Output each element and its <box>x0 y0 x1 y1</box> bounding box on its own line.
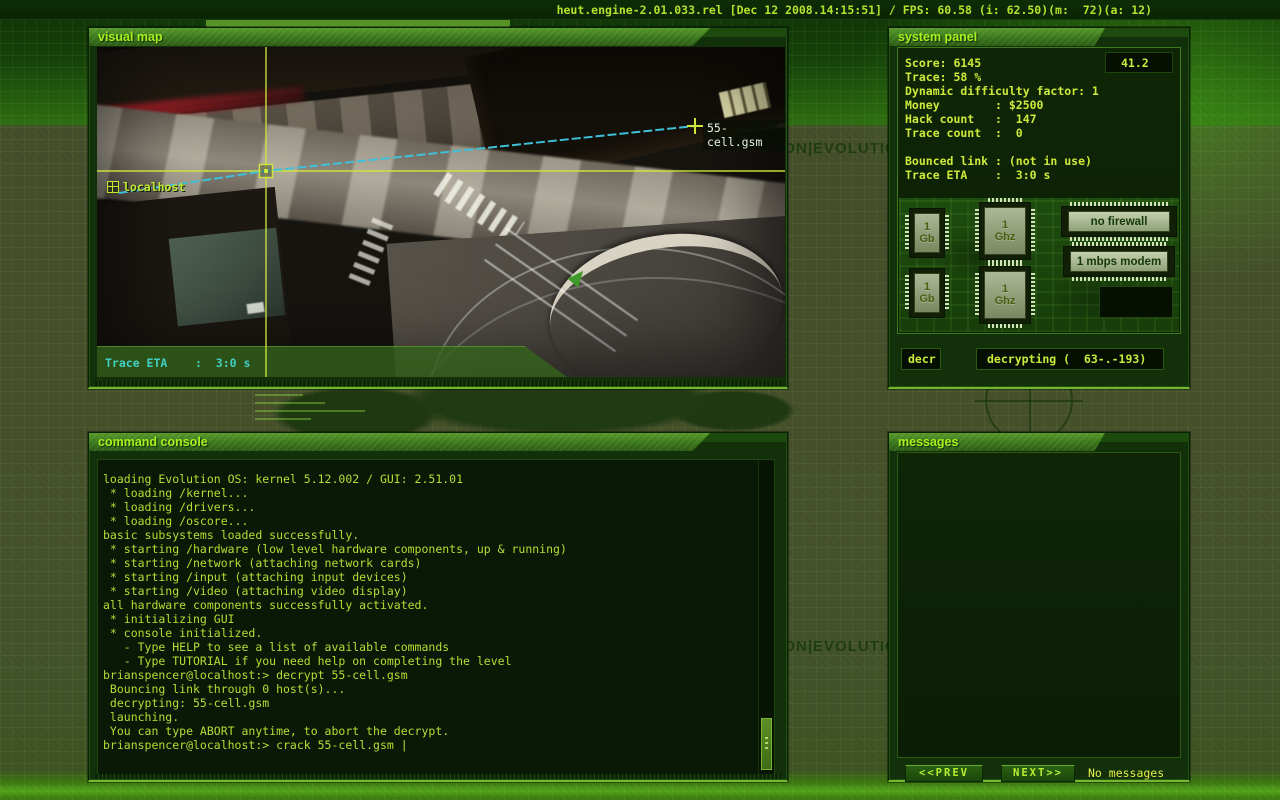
panel-header <box>89 28 711 46</box>
chip-pins <box>1070 237 1168 241</box>
stat-line: Trace ETA : 3:0 s <box>905 168 1051 182</box>
command-console-title: command console <box>98 435 208 449</box>
crosshair-center-dot <box>264 169 268 173</box>
chip-pins <box>1072 277 1166 281</box>
chip-pins <box>975 209 979 253</box>
chip-pins <box>945 215 949 251</box>
gauge-value-display: 41.2 <box>1105 52 1173 73</box>
cpu-chip-label: 1 Ghz <box>984 207 1026 255</box>
chip-pins <box>1072 242 1166 246</box>
system-stats: Score: 6145 Trace: 58 % Dynamic difficulty… <box>905 56 1099 182</box>
command-console-panel: command console loading Evolution OS: ke… <box>88 432 788 782</box>
engine-status-text: heut.engine-2.01.033.rel [Dec 12 2008.14… <box>556 3 1152 17</box>
firewall-slot: no firewall <box>1061 202 1177 241</box>
action-status-display: decrypting ( 63-.-193) <box>976 348 1164 370</box>
console-line: * initializing GUI <box>103 612 235 626</box>
chip-pins <box>988 198 1022 202</box>
console-line: - Type HELP to see a list of available c… <box>103 640 450 654</box>
visual-map-title: visual map <box>98 30 163 44</box>
modem-label: 1 mbps modem <box>1070 251 1168 272</box>
chip-pins <box>945 275 949 311</box>
console-line: * starting /network (attaching network c… <box>103 556 422 570</box>
ram-chip-label: 1 Gb <box>914 273 940 313</box>
console-line: Bouncing link through 0 host(s)... <box>103 682 346 696</box>
system-panel-title: system panel <box>898 30 978 44</box>
console-body[interactable]: loading Evolution OS: kernel 5.12.002 / … <box>97 459 775 776</box>
localhost-node-icon[interactable] <box>107 181 119 193</box>
console-line: * loading /oscore... <box>103 514 249 528</box>
modem-slot: 1 mbps modem <box>1063 242 1175 281</box>
active-command-display: decr <box>901 348 941 370</box>
stat-line: Score: 6145 <box>905 56 982 70</box>
panel-foot-texture <box>95 774 781 779</box>
console-line: launching. <box>103 710 180 724</box>
target-node-label[interactable]: 55-cell.gsm <box>703 120 785 150</box>
ram-chip-label: 1 Gb <box>914 213 940 253</box>
stat-line: Dynamic difficulty factor: 1 <box>905 84 1099 98</box>
console-line: basic subsystems loaded successfully. <box>103 528 360 542</box>
messages-panel: messages <<PREV NEXT>> No messages <box>888 432 1190 782</box>
stat-line: Bounced link : (not in use) <box>905 154 1092 168</box>
chip-pins <box>1031 209 1035 253</box>
chip-pins <box>975 273 979 317</box>
stat-line: Money : $2500 <box>905 98 1044 112</box>
system-panel: system panel Score: 6145 Trace: 58 % Dynam… <box>888 27 1190 389</box>
console-line: * starting /video (attaching video displ… <box>103 584 408 598</box>
console-scrollbar-track <box>758 460 774 775</box>
console-prompt[interactable]: brianspencer@localhost:> crack 55-cell.g… <box>103 738 752 752</box>
messages-status-text: No messages <box>1088 766 1165 780</box>
chip-pins <box>905 275 909 311</box>
next-message-button[interactable]: NEXT>> <box>1001 765 1075 782</box>
aerial-map-photo: Trace ETA : 3:0 s localhost 55-cell.gsm <box>97 47 785 377</box>
messages-title: messages <box>898 435 959 449</box>
console-line: * console initialized. <box>103 626 263 640</box>
system-panel-body: Score: 6145 Trace: 58 % Dynamic difficulty… <box>897 47 1181 334</box>
stat-line <box>905 140 1099 154</box>
chip-pins <box>1070 202 1168 206</box>
background-terminal-texture <box>255 388 425 438</box>
game-screen: TION|EVOLUTION TION|EVOLUTION heut.engin… <box>0 0 1280 800</box>
cpu-chip-label: 1 Ghz <box>984 271 1026 319</box>
console-line: all hardware components successfully act… <box>103 598 429 612</box>
firewall-label: no firewall <box>1068 211 1170 232</box>
console-scrollbar-thumb[interactable] <box>761 718 772 770</box>
localhost-node-label[interactable]: localhost <box>123 180 185 194</box>
prev-message-button[interactable]: <<PREV <box>905 765 983 782</box>
stat-line: Trace: 58 % <box>905 70 982 84</box>
console-prompt-wrap: brianspencer@localhost:> crack 55-cell.g… <box>103 738 752 752</box>
stat-line: Hack count : 147 <box>905 112 1037 126</box>
panel-foot-texture <box>95 381 781 386</box>
messages-list-area <box>897 452 1181 758</box>
cpu-chip: 1 Ghz <box>975 198 1035 264</box>
console-line: loading Evolution OS: kernel 5.12.002 / … <box>103 472 464 486</box>
console-line: brianspencer@localhost:> decrypt 55-cell… <box>103 668 408 682</box>
hardware-empty-slot <box>1099 286 1173 318</box>
console-line: * loading /drivers... <box>103 500 256 514</box>
chip-pins <box>1031 273 1035 317</box>
cpu-chip: 1 Ghz <box>975 262 1035 328</box>
visual-map-panel: visual map Trace ETA : 3:0 s localhost 5… <box>88 27 788 389</box>
chip-pins <box>988 324 1022 328</box>
console-output: loading Evolution OS: kernel 5.12.002 / … <box>103 472 752 738</box>
chip-pins <box>988 262 1022 266</box>
chip-pins <box>905 215 909 251</box>
connection-trace-line <box>118 125 696 194</box>
top-status-bar: heut.engine-2.01.033.rel [Dec 12 2008.14… <box>0 0 1280 20</box>
stat-line: Trace count : 0 <box>905 126 1023 140</box>
map-overlay-graphics <box>97 47 785 377</box>
console-line: decrypting: 55-cell.gsm <box>103 696 270 710</box>
ram-chip: 1 Gb <box>905 208 949 258</box>
console-line: * starting /input (attaching input devic… <box>103 570 408 584</box>
ram-chip: 1 Gb <box>905 268 949 318</box>
console-line: * loading /kernel... <box>103 486 249 500</box>
console-line: You can type ABORT anytime, to abort the… <box>103 724 450 738</box>
console-line: - Type TUTORIAL if you need help on comp… <box>103 654 512 668</box>
console-line: * starting /hardware (low level hardware… <box>103 542 567 556</box>
hardware-board: 1 Gb 1 Gb 1 Ghz 1 Ghz no firewall 1 mbps… <box>899 198 1179 332</box>
